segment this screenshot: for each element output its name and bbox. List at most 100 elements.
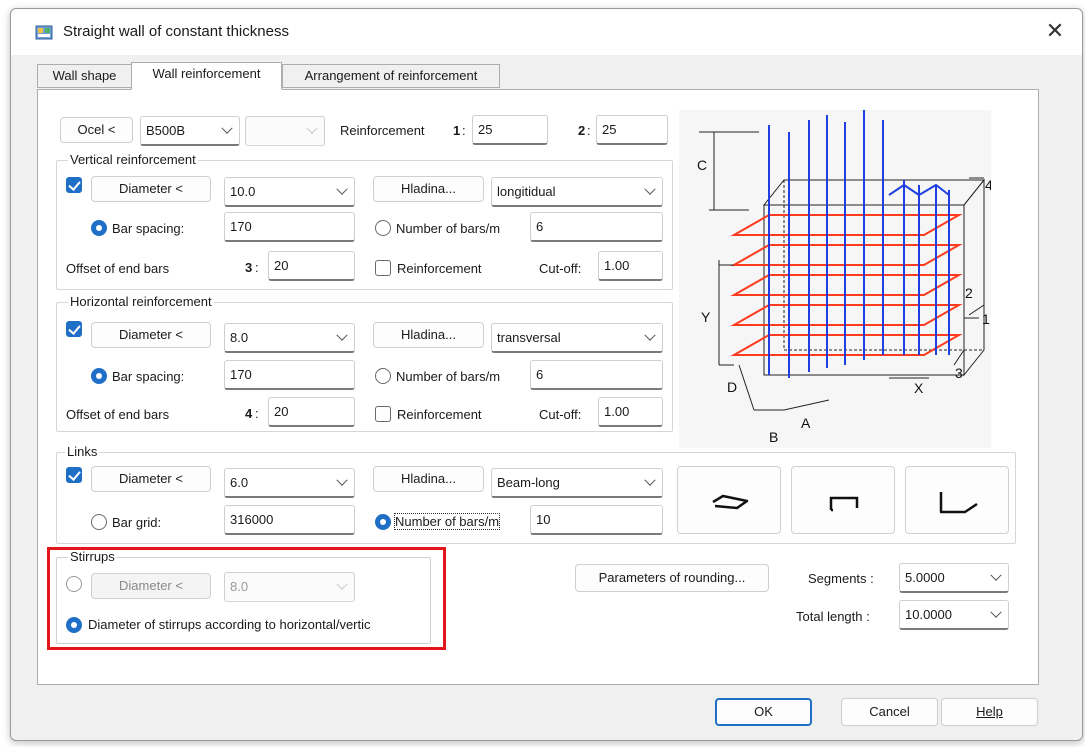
links-bar-grid-label: Bar grid:: [112, 515, 162, 530]
steel-button[interactable]: Ocel <: [60, 117, 133, 143]
links-diameter-value: 6.0: [230, 475, 249, 490]
horizontal-bar-spacing-input[interactable]: 170: [224, 360, 355, 390]
link-shape-u-icon: [829, 496, 859, 512]
horizontal-layer-value: transversal: [497, 330, 561, 345]
chevron-down-icon: [336, 183, 348, 195]
diagram-label-2: 2: [965, 285, 973, 301]
vertical-diameter-button[interactable]: Diameter <: [91, 176, 211, 202]
vertical-reinforcement-cutoff-label: Reinforcement: [397, 261, 482, 276]
total-length-select[interactable]: 10.0000: [899, 600, 1009, 630]
horizontal-reinforcement-title: Horizontal reinforcement: [68, 294, 214, 309]
cancel-button[interactable]: Cancel: [841, 698, 938, 726]
horizontal-diameter-value: 8.0: [230, 330, 249, 345]
links-layer-select[interactable]: Beam-long: [491, 468, 663, 498]
diagram-label-4: 4: [985, 177, 991, 193]
chevron-down-icon: [221, 122, 233, 134]
ok-button[interactable]: OK: [715, 698, 812, 726]
diagram-label-c: C: [697, 157, 707, 173]
diagram-label-b: B: [769, 429, 778, 445]
close-icon[interactable]: ✕: [1040, 18, 1070, 44]
app-icon: [35, 25, 53, 40]
vertical-reinforcement-cutoff-checkbox[interactable]: [375, 260, 391, 276]
vertical-offset-label: Offset of end bars: [66, 261, 170, 276]
steel-grade-select[interactable]: B500B: [140, 116, 240, 146]
links-number-of-bars-input[interactable]: 10: [530, 505, 663, 535]
vertical-diameter-value: 10.0: [230, 184, 256, 199]
diagram-label-3: 3: [955, 365, 963, 381]
diagram-label-d: D: [727, 379, 737, 395]
colon: :: [462, 123, 466, 138]
parameters-of-rounding-button[interactable]: Parameters of rounding...: [575, 564, 769, 592]
chevron-down-icon: [990, 569, 1002, 581]
vertical-bar-spacing-label: Bar spacing:: [112, 221, 185, 236]
chevron-down-icon: [990, 606, 1002, 618]
chevron-down-icon: [336, 474, 348, 486]
help-label: Help: [976, 704, 1003, 719]
link-shape-s-icon: [712, 494, 749, 510]
horizontal-number-of-bars-radio[interactable]: [375, 368, 391, 384]
links-layer-button[interactable]: Hladina...: [373, 466, 484, 492]
horizontal-offset-key: 4: [245, 406, 253, 421]
vertical-cutoff-input[interactable]: 1.00: [598, 251, 663, 281]
links-number-of-bars-radio[interactable]: [375, 514, 391, 530]
links-title: Links: [65, 444, 100, 459]
horizontal-number-of-bars-label: Number of bars/m: [396, 369, 501, 384]
link-shape-s-button[interactable]: [677, 466, 781, 534]
horizontal-bar-spacing-radio[interactable]: [91, 368, 107, 384]
horizontal-layer-select[interactable]: transversal: [491, 323, 663, 353]
help-button[interactable]: Help: [941, 698, 1038, 726]
vertical-offset-key: 3: [245, 260, 253, 275]
links-layer-value: Beam-long: [497, 475, 560, 490]
reinforcement-cover-label: Reinforcement: [340, 123, 425, 138]
vertical-layer-value: longitidual: [497, 184, 556, 199]
horizontal-diameter-button[interactable]: Diameter <: [91, 322, 211, 348]
horizontal-cutoff-input[interactable]: 1.00: [598, 397, 663, 427]
links-bar-grid-radio[interactable]: [91, 514, 107, 530]
wall-diagram-svg: C 4 Y 2 1 3 X D A B: [697, 110, 993, 445]
vertical-reinforcement-checkbox[interactable]: [66, 177, 82, 193]
cover1-input[interactable]: 25: [472, 115, 548, 145]
link-shape-l-icon: [939, 492, 978, 514]
vertical-number-of-bars-radio[interactable]: [375, 220, 391, 236]
vertical-layer-button[interactable]: Hladina...: [373, 176, 484, 202]
links-checkbox[interactable]: [66, 467, 82, 483]
segments-value: 5.0000: [905, 570, 945, 585]
diagram-label-y: Y: [701, 309, 711, 325]
vertical-bar-spacing-input[interactable]: 170: [224, 212, 355, 242]
vertical-number-of-bars-input[interactable]: 6: [530, 212, 663, 242]
links-number-of-bars-label: Number of bars/m: [393, 513, 501, 530]
horizontal-offset-label: Offset of end bars: [66, 407, 170, 422]
vertical-offset-input[interactable]: 20: [268, 251, 355, 281]
steel-grade-value: B500B: [146, 123, 186, 138]
segments-label: Segments :: [808, 571, 874, 586]
horizontal-reinforcement-checkbox[interactable]: [66, 321, 82, 337]
total-length-value: 10.0000: [905, 607, 952, 622]
cover2-key: 2: [578, 123, 586, 138]
chevron-down-icon: [644, 474, 656, 486]
vertical-reinforcement-title: Vertical reinforcement: [68, 152, 198, 167]
diagram-label-x: X: [914, 380, 924, 396]
colon: :: [587, 123, 591, 138]
vertical-diameter-select[interactable]: 10.0: [224, 177, 355, 207]
wall-reinforcement-diagram: C 4 Y 2 1 3 X D A B: [679, 110, 993, 448]
horizontal-reinforcement-cutoff-checkbox[interactable]: [375, 406, 391, 422]
horizontal-layer-button[interactable]: Hladina...: [373, 322, 484, 348]
link-shape-l-button[interactable]: [905, 466, 1009, 534]
link-shape-u-button[interactable]: [791, 466, 895, 534]
horizontal-offset-input[interactable]: 20: [268, 397, 355, 427]
links-diameter-button[interactable]: Diameter <: [91, 466, 211, 492]
links-bar-grid-input[interactable]: 316000: [224, 505, 355, 535]
vertical-layer-select[interactable]: longitidual: [491, 177, 663, 207]
horizontal-number-of-bars-input[interactable]: 6: [530, 360, 663, 390]
horizontal-diameter-select[interactable]: 8.0: [224, 323, 355, 353]
vertical-number-of-bars-label: Number of bars/m: [396, 221, 501, 236]
vertical-bar-spacing-radio[interactable]: [91, 220, 107, 236]
tab-wall-reinforcement[interactable]: Wall reinforcement: [131, 62, 282, 90]
horizontal-bar-spacing-label: Bar spacing:: [112, 369, 185, 384]
steel-grade2-select[interactable]: [245, 116, 325, 146]
cover2-input[interactable]: 25: [596, 115, 668, 145]
links-diameter-select[interactable]: 6.0: [224, 468, 355, 498]
segments-select[interactable]: 5.0000: [899, 563, 1009, 593]
tab-wall-shape[interactable]: Wall shape: [37, 64, 132, 88]
tab-arrangement-of-reinforcement[interactable]: Arrangement of reinforcement: [282, 64, 500, 88]
